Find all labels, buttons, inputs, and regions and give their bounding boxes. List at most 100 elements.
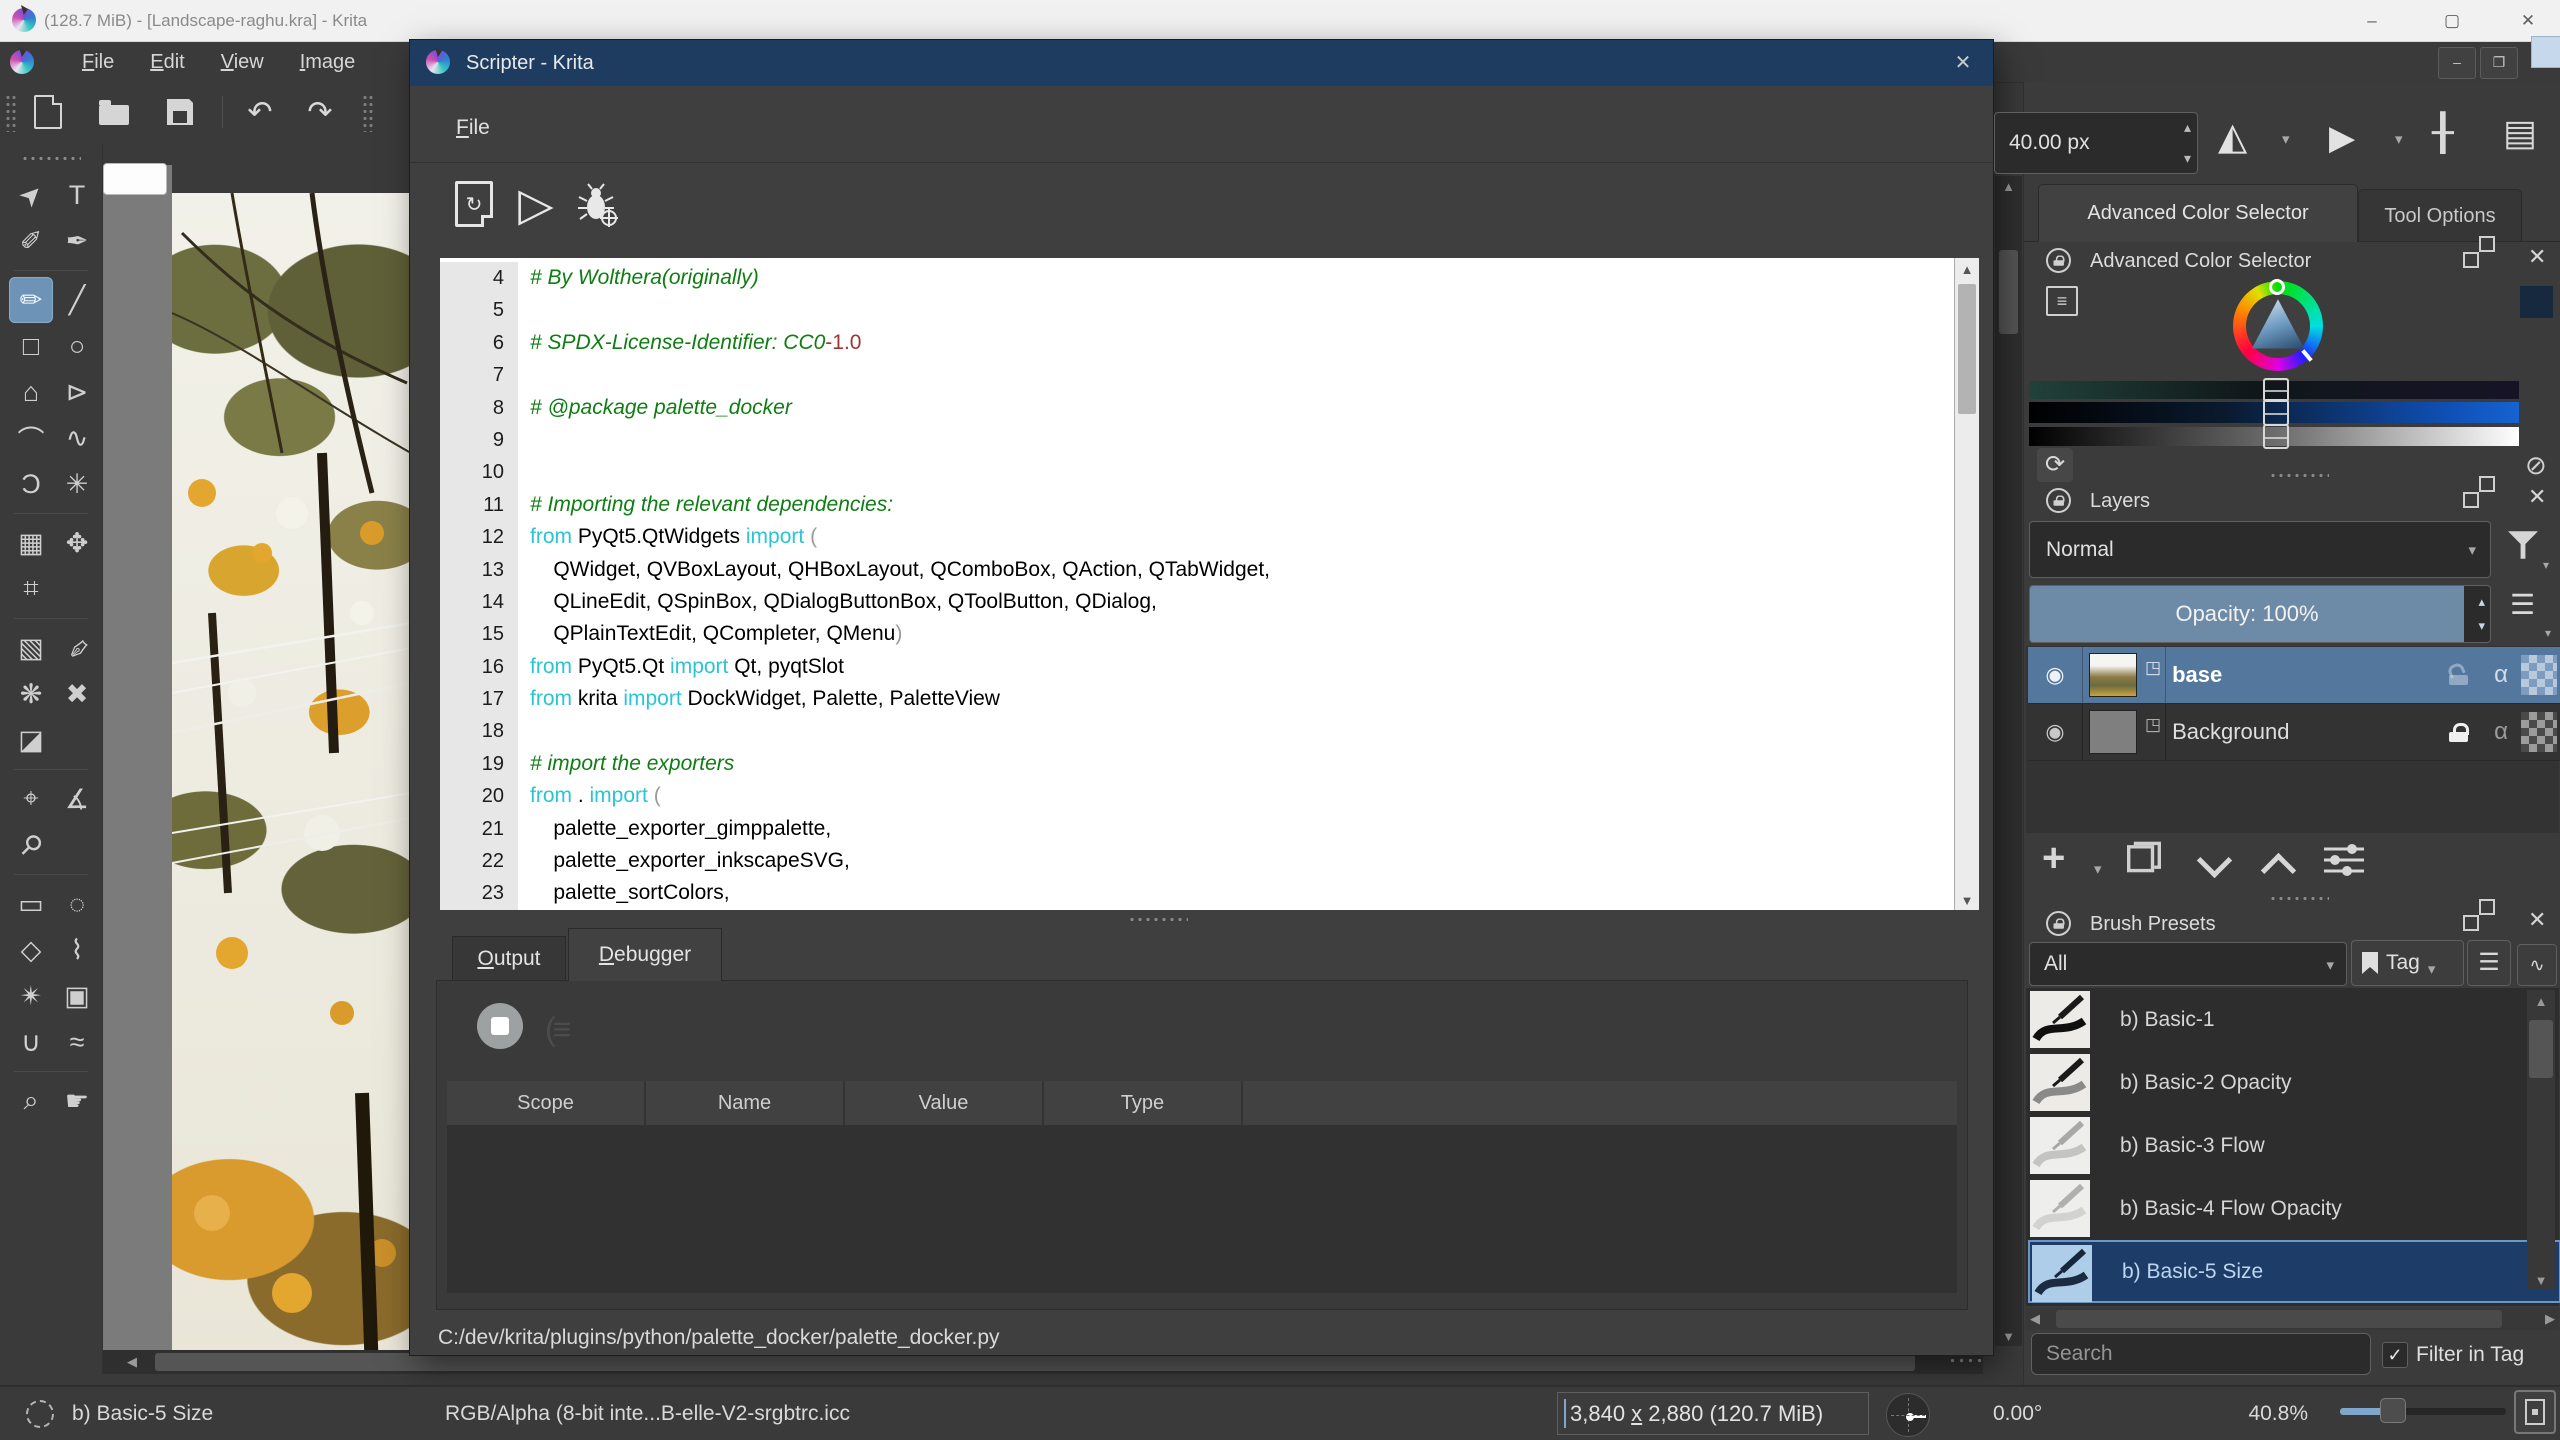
color-slider-1[interactable] [2029, 381, 2519, 399]
minimize-button[interactable]: – [2340, 0, 2404, 41]
canvas-scroll-up-icon[interactable]: ▲ [1995, 176, 2022, 198]
debug-column-value[interactable]: Value [845, 1081, 1044, 1125]
close-button[interactable]: ✕ [2496, 0, 2560, 41]
move-layer-up-button[interactable] [2261, 853, 2296, 888]
tool-freehand-brush[interactable]: ✏ [9, 277, 53, 323]
current-color-swatch[interactable] [2520, 286, 2553, 318]
preset-scroll-down-icon[interactable]: ▼ [2527, 1273, 2555, 1288]
layer-style-icon[interactable]: ◳ [2145, 715, 2161, 735]
wheel-marker[interactable] [2269, 279, 2285, 295]
layers-menu-icon[interactable]: ☰ [2510, 588, 2535, 621]
debug-step-icon[interactable]: (≡ [545, 1011, 568, 1048]
tool-bezier-curve[interactable]: ⌒ [9, 415, 53, 461]
layer-filter-caret-icon[interactable]: ▾ [2543, 558, 2549, 572]
code-line[interactable]: 7 [440, 359, 1978, 391]
layer-style-icon[interactable]: ◳ [2145, 658, 2161, 678]
tool-magnetic-select[interactable]: ≈ [55, 1019, 99, 1065]
preset-hscrollbar[interactable]: ◀ ▶ [2026, 1308, 2559, 1330]
zoom-slider-handle[interactable] [2380, 1398, 2406, 1423]
preset-scroll-right-icon[interactable]: ▶ [2545, 1308, 2555, 1330]
tool-freehand-select[interactable]: ⌇ [55, 927, 99, 973]
opacity-slider[interactable]: Opacity: 100% ▴ ▾ [2029, 585, 2491, 643]
docker-lock-icon[interactable] [2046, 911, 2071, 936]
workspace-chooser-button[interactable]: ▤ [2503, 112, 2537, 154]
code-line[interactable]: 6# SPDX-License-Identifier: CC0-1.0 [440, 327, 1978, 359]
menu-view[interactable]: View [203, 42, 282, 82]
tool-bezier-select[interactable]: ∪ [9, 1019, 53, 1065]
tool-rectangle[interactable]: □ [9, 323, 53, 369]
layer-row-background[interactable]: ◉◳Backgroundα [2028, 704, 2560, 761]
preset-scroll-left-icon[interactable]: ◀ [2030, 1308, 2040, 1330]
tool-text[interactable]: T [55, 172, 99, 218]
tool-freehand-path[interactable]: ∿ [55, 415, 99, 461]
tool-polygonal-select[interactable]: ◇ [9, 927, 53, 973]
subwindow-restore-button[interactable]: ❐ [2480, 47, 2518, 79]
canvas-hscroll-thumb[interactable] [155, 1353, 1915, 1371]
hue-ring[interactable] [2233, 281, 2323, 371]
menu-edit[interactable]: Edit [132, 42, 202, 82]
spin-down-icon[interactable]: ▾ [2184, 150, 2191, 167]
preset-scroll-thumb[interactable] [2529, 1020, 2553, 1078]
add-layer-button[interactable]: + [2042, 836, 2065, 881]
wrap-around-button[interactable]: ╂ [2432, 112, 2454, 154]
toolbar-grip[interactable] [5, 94, 17, 132]
scripter-new-script-button[interactable]: ↻ [448, 176, 500, 232]
canvas-painting[interactable] [172, 193, 411, 1373]
maximize-button[interactable]: ▢ [2420, 0, 2484, 41]
toolbar-widget-fragment[interactable] [103, 163, 167, 195]
tool-assistants[interactable]: ⌖ [9, 776, 53, 822]
menu-image[interactable]: Image [282, 42, 374, 82]
tool-gradient[interactable]: ▧ [9, 625, 53, 671]
code-line[interactable]: 5 [440, 294, 1978, 326]
mirror-vertical-button[interactable]: ▶ [2329, 118, 2355, 158]
code-line[interactable]: 17from krita import DockWidget, Palette,… [440, 683, 1978, 715]
tool-ellipse[interactable]: ○ [55, 323, 99, 369]
layer-thumbnail[interactable] [2089, 710, 2137, 754]
duplicate-layer-button[interactable] [2127, 842, 2161, 873]
tab-debugger[interactable]: Debugger [568, 928, 722, 981]
blend-mode-dropdown[interactable]: Normal ▾ [2029, 521, 2491, 578]
tool-multibrush[interactable]: ✳ [55, 461, 99, 507]
add-layer-caret-icon[interactable]: ▾ [2094, 860, 2102, 878]
preset-row[interactable]: b) Basic-5 Size [2028, 1240, 2560, 1303]
spin-up-icon[interactable]: ▴ [2184, 119, 2191, 136]
layer-alpha-icon[interactable]: α [2481, 661, 2521, 689]
tool-pan[interactable]: ☛ [55, 1078, 99, 1124]
tool-zoom[interactable]: ⌕ [9, 1078, 53, 1124]
filter-in-tag-checkbox[interactable]: ✓ [2382, 1342, 2408, 1368]
menu-file[interactable]: File [64, 42, 132, 82]
move-layer-down-button[interactable] [2197, 843, 2232, 878]
opacity-spin-up-icon[interactable]: ▴ [2478, 594, 2485, 610]
code-line[interactable]: 12from PyQt5.QtWidgets import ( [440, 521, 1978, 553]
code-line[interactable]: 18 [440, 715, 1978, 747]
scripter-splitter-grip[interactable] [1128, 916, 1188, 923]
docker-lock-icon[interactable] [2046, 248, 2071, 273]
editor-scroll-down-icon[interactable]: ▼ [1955, 893, 1979, 908]
tool-line[interactable]: ╱ [55, 277, 99, 323]
layer-lock-icon[interactable] [2437, 723, 2481, 742]
mirror-horizontal-caret-icon[interactable]: ▾ [2282, 130, 2290, 148]
tool-elliptical-select[interactable]: ◌ [55, 881, 99, 927]
preset-display-menu-button[interactable]: ☰ [2467, 940, 2511, 986]
code-line[interactable]: 8# @package palette_docker [440, 392, 1978, 424]
tool-select-shapes[interactable]: ➤ [9, 172, 53, 218]
tool-edit-shapes[interactable]: ✐ [9, 218, 53, 264]
preset-row[interactable]: b) Basic-3 Flow [2028, 1114, 2560, 1177]
debug-column-name[interactable]: Name [646, 1081, 845, 1125]
docker-resize-grip[interactable] [2269, 472, 2329, 479]
preset-scroll-up-icon[interactable]: ▲ [2527, 990, 2555, 1014]
open-document-button[interactable] [92, 92, 136, 132]
code-line[interactable]: 14 QLineEdit, QSpinBox, QDialogButtonBox… [440, 586, 1978, 618]
current-preset-icon[interactable] [26, 1400, 54, 1428]
tool-move[interactable]: ✥ [55, 520, 99, 566]
zoom-fit-button[interactable] [2514, 1390, 2556, 1434]
tool-measure[interactable]: ∡ [55, 776, 99, 822]
tool-reference-images[interactable]: ⚲ [9, 822, 53, 868]
toolbar-grip-2[interactable] [362, 94, 374, 132]
tool-polyline[interactable]: ⊳ [55, 369, 99, 415]
redo-button[interactable]: ↷ [298, 92, 342, 132]
opacity-spin-down-icon[interactable]: ▾ [2478, 618, 2485, 634]
tool-fill[interactable]: ◪ [9, 717, 53, 763]
preset-row[interactable]: b) Basic-1 [2028, 988, 2560, 1051]
subwindow-close-button[interactable] [2531, 36, 2560, 68]
